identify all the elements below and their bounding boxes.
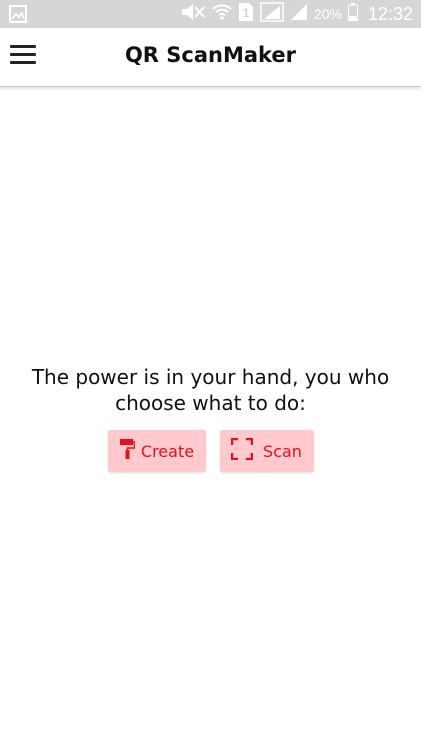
- app-title: QR ScanMaker: [124, 43, 297, 67]
- signal-icon-2: [290, 3, 308, 25]
- sim-badge: 1: [243, 6, 250, 20]
- create-button-label: Create: [140, 441, 195, 461]
- status-bar: 1 20% 12:32: [0, 0, 421, 28]
- scan-button[interactable]: Scan: [219, 430, 314, 472]
- scan-frame-icon: [230, 437, 254, 464]
- gallery-icon: [9, 5, 27, 27]
- wifi-icon: [212, 3, 232, 25]
- create-button[interactable]: Create: [107, 430, 206, 472]
- paint-roller-icon: [119, 438, 136, 464]
- action-buttons: Create Scan: [0, 430, 421, 472]
- status-clock: 12:32: [367, 3, 413, 24]
- battery-percent: 20%: [313, 6, 342, 22]
- mute-icon: [180, 3, 206, 25]
- main-content: The power is in your hand, you who choos…: [0, 364, 421, 472]
- sim-icon: 1: [238, 2, 254, 26]
- battery-icon: [347, 3, 358, 25]
- scan-button-label: Scan: [263, 441, 302, 461]
- app-bar: QR ScanMaker: [0, 28, 421, 87]
- tagline-text: The power is in your hand, you who choos…: [31, 365, 390, 415]
- signal-icon: [260, 2, 284, 26]
